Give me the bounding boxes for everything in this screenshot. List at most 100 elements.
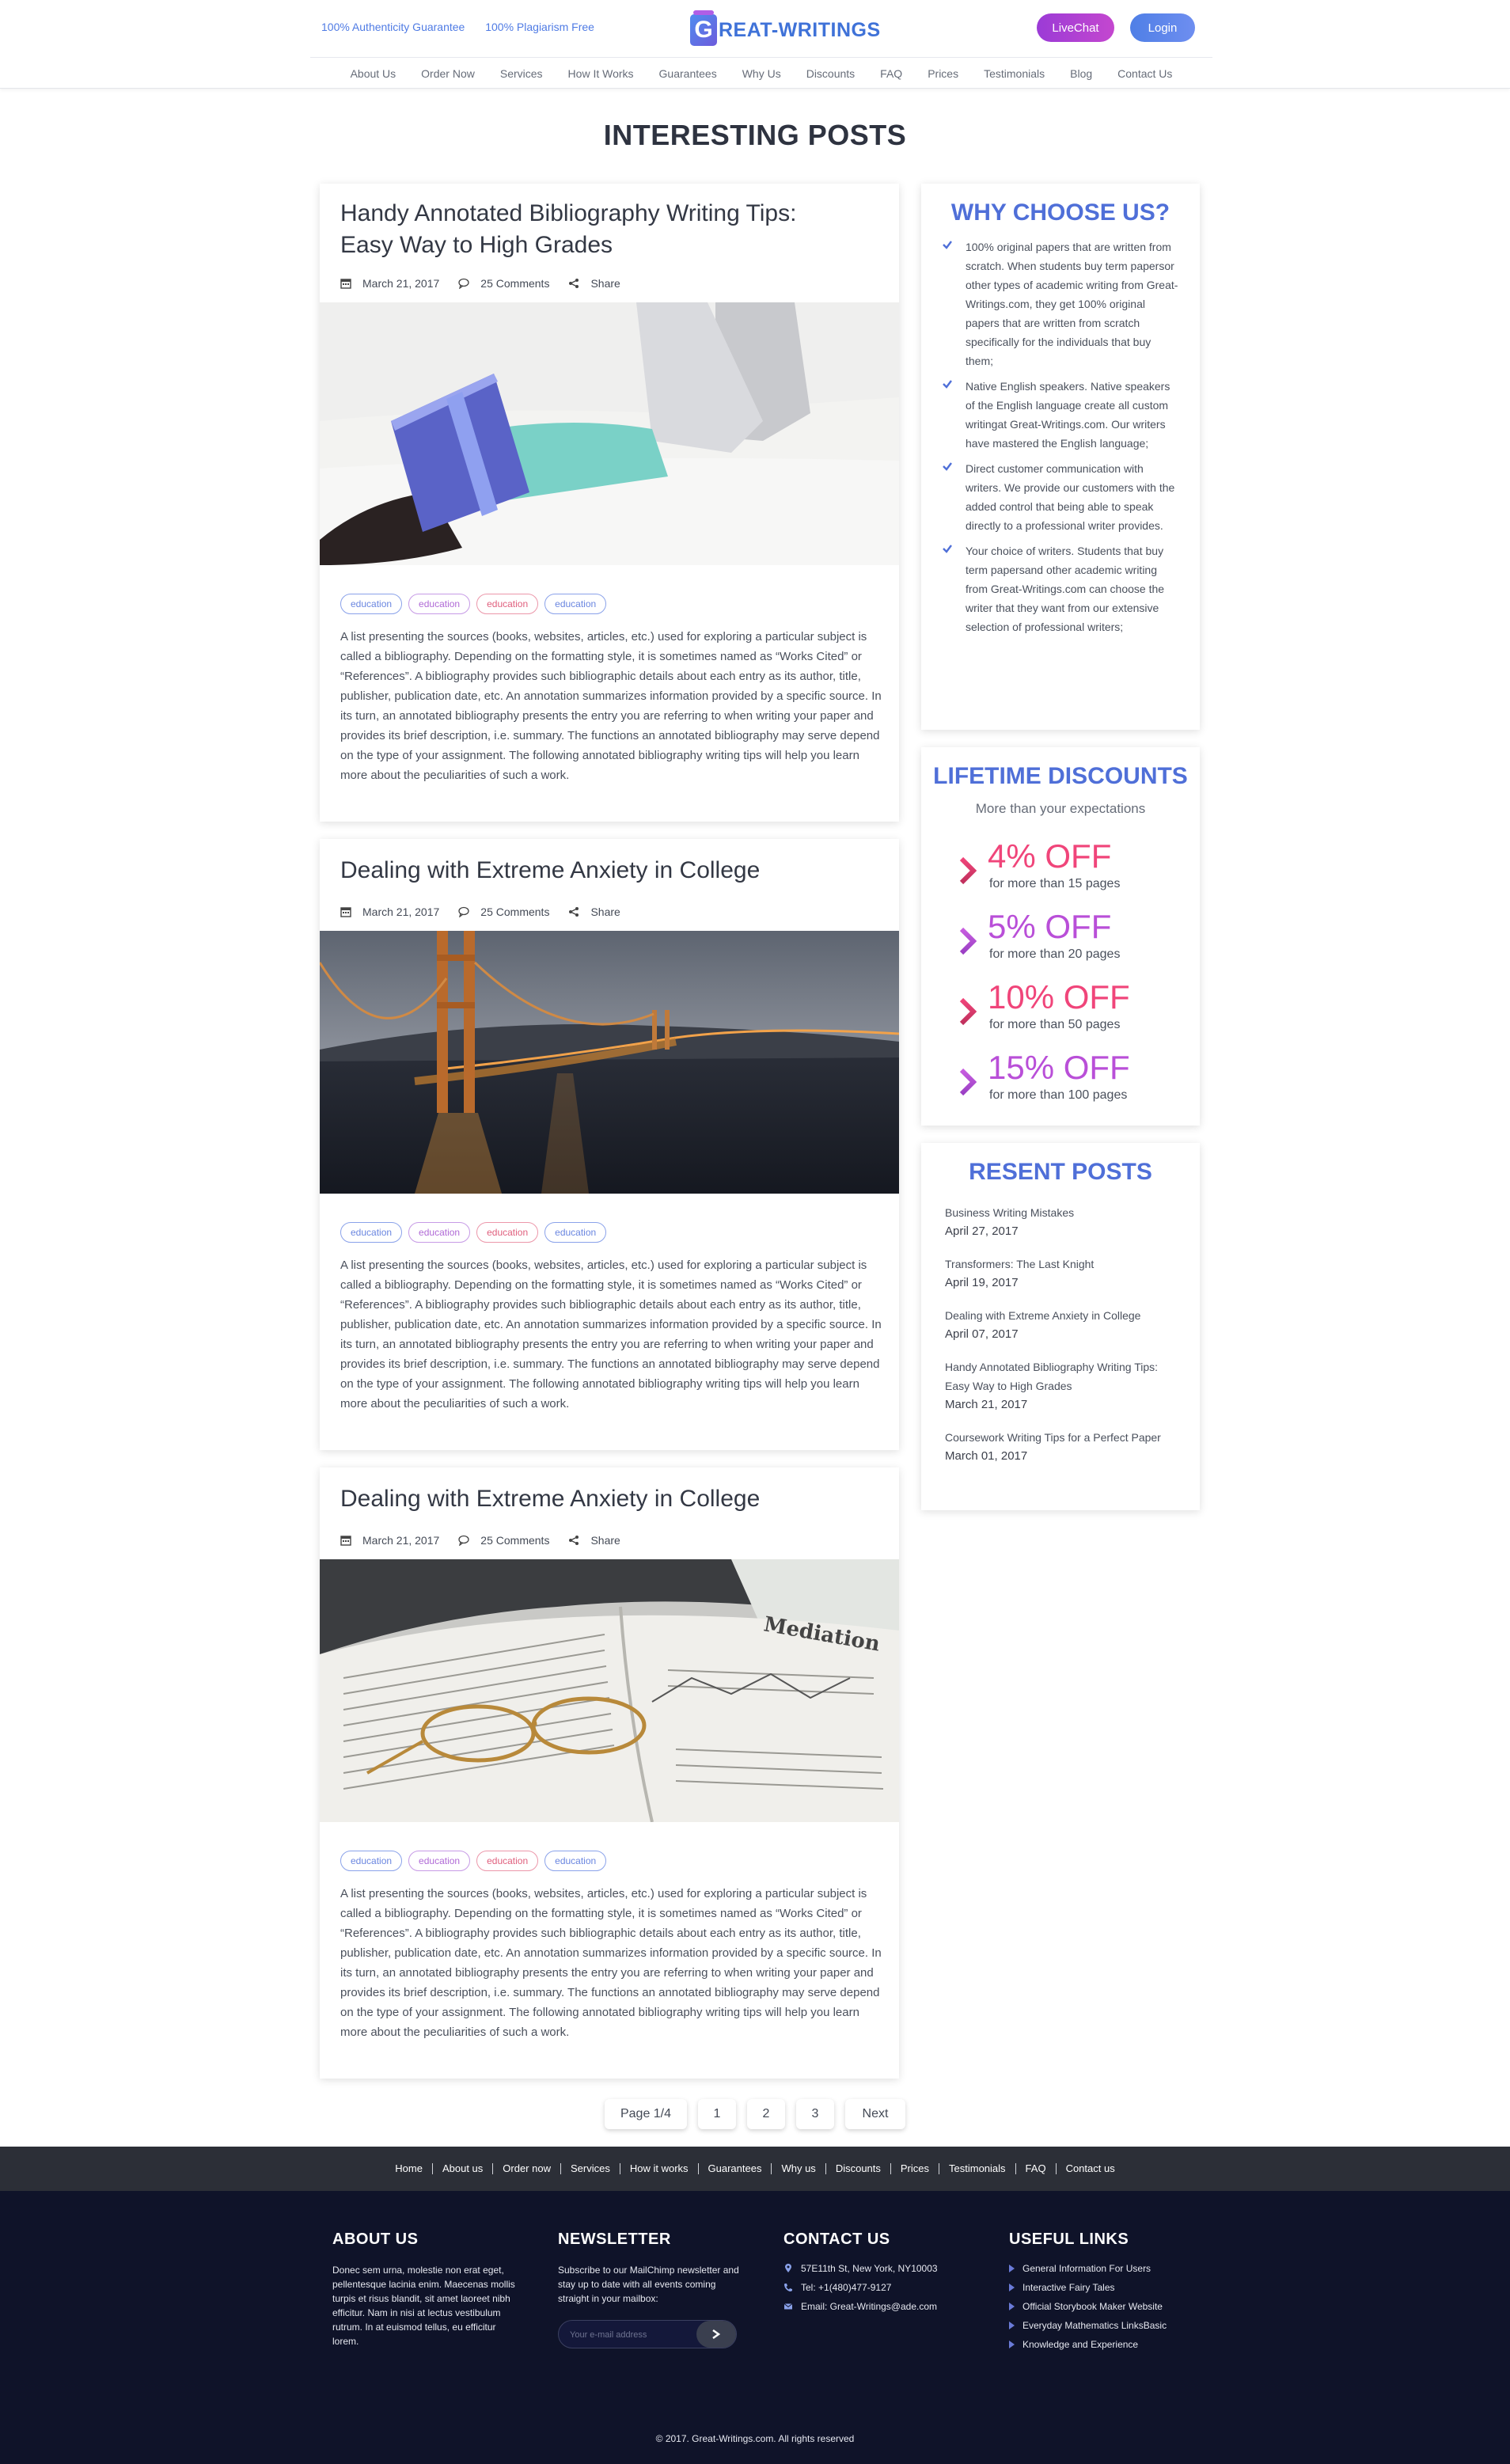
post-excerpt: A list presenting the sources (books, we…: [340, 1259, 882, 1410]
live-chat-button[interactable]: LiveChat: [1037, 13, 1114, 42]
post-share[interactable]: Share: [568, 905, 620, 918]
useful-link[interactable]: Knowledge and Experience: [1009, 2339, 1207, 2350]
footer-nav-discounts[interactable]: Discounts: [826, 2163, 891, 2174]
post-title[interactable]: Dealing with Extreme Anxiety in College: [340, 1483, 855, 1515]
recent-post-item[interactable]: Handy Annotated Bibliography Writing Tip…: [945, 1357, 1182, 1414]
why-choose-item: 100% original papers that are written fr…: [940, 237, 1181, 370]
nav-about-us[interactable]: About Us: [338, 67, 409, 80]
nav-discounts[interactable]: Discounts: [794, 67, 867, 80]
discount-item: 4% OFF for more than 15 pages: [959, 837, 1181, 901]
nav-why-us[interactable]: Why Us: [730, 67, 794, 80]
recent-post-title[interactable]: Coursework Writing Tips for a Perfect Pa…: [945, 1428, 1182, 1447]
nav-how-it-works[interactable]: How It Works: [556, 67, 647, 80]
site-footer: ABOUT US Donec sem urna, molestie non er…: [0, 2191, 1510, 2464]
site-logo[interactable]: G REAT-WRITINGS: [690, 10, 881, 47]
arrow-right-icon: [712, 2329, 721, 2340]
recent-post-title[interactable]: Business Writing Mistakes: [945, 1203, 1182, 1222]
tag-education[interactable]: education: [476, 1851, 539, 1871]
useful-link[interactable]: Interactive Fairy Tales: [1009, 2282, 1207, 2293]
page-2-button[interactable]: 2: [747, 2099, 785, 2129]
footer-contact: CONTACT US 57E11th St, New York, NY10003…: [783, 2231, 981, 2320]
recent-post-date: April 27, 2017: [945, 1224, 1019, 1238]
copyright: © 2017. Great-Writings.com. All rights r…: [655, 2433, 855, 2444]
footer-nav-about-us[interactable]: About us: [433, 2163, 494, 2174]
nav-faq[interactable]: FAQ: [867, 67, 915, 80]
post-comments[interactable]: 25 Comments: [458, 1534, 549, 1547]
discounts-subtitle: More than your expectations: [975, 801, 1146, 816]
next-page-button[interactable]: Next: [845, 2099, 905, 2129]
page-3-button[interactable]: 3: [796, 2099, 834, 2129]
recent-post-date: April 07, 2017: [945, 1327, 1019, 1341]
post-comments[interactable]: 25 Comments: [458, 905, 549, 918]
recent-post-title[interactable]: Transformers: The Last Knight: [945, 1255, 1182, 1274]
recent-post-item[interactable]: Dealing with Extreme Anxiety in College …: [945, 1306, 1182, 1344]
nav-prices[interactable]: Prices: [915, 67, 971, 80]
tag-education[interactable]: education: [408, 1851, 471, 1871]
post-title[interactable]: Handy Annotated Bibliography Writing Tip…: [340, 198, 855, 261]
footer-nav-prices[interactable]: Prices: [891, 2163, 940, 2174]
newsletter-email-input[interactable]: [570, 2328, 696, 2342]
main-nav: About Us Order Now Services How It Works…: [310, 57, 1212, 89]
nav-order-now[interactable]: Order Now: [408, 67, 488, 80]
footer-nav-home[interactable]: Home: [385, 2163, 433, 2174]
contact-phone[interactable]: Tel: +1(480)477-9127: [783, 2282, 981, 2293]
recent-post-title[interactable]: Handy Annotated Bibliography Writing Tip…: [945, 1357, 1182, 1395]
tag-education[interactable]: education: [340, 1222, 403, 1243]
tag-education[interactable]: education: [544, 594, 607, 614]
post-share[interactable]: Share: [568, 277, 620, 290]
header-inner: 100% Authenticity Guarantee 100% Plagiar…: [310, 0, 1212, 89]
recent-posts-title: RESENT POSTS: [969, 1159, 1152, 1185]
footer-nav-contact-us[interactable]: Contact us: [1057, 2163, 1125, 2174]
page-indicator: Page 1/4: [605, 2099, 687, 2129]
footer-nav-faq[interactable]: FAQ: [1016, 2163, 1057, 2174]
chevron-right-icon: [959, 1068, 977, 1096]
post-comments[interactable]: 25 Comments: [458, 277, 549, 290]
tag-education[interactable]: education: [476, 1222, 539, 1243]
triangle-right-icon: [1009, 2303, 1015, 2310]
nav-contact-us[interactable]: Contact Us: [1105, 67, 1185, 80]
tag-education[interactable]: education: [544, 1851, 607, 1871]
recent-post-item[interactable]: Business Writing Mistakes April 27, 2017: [945, 1203, 1182, 1241]
open-book-glasses-photo[interactable]: Mediation: [320, 1559, 899, 1822]
footer-nav-why-us[interactable]: Why us: [772, 2163, 826, 2174]
tag-education[interactable]: education: [544, 1222, 607, 1243]
footer-nav-services[interactable]: Services: [561, 2163, 620, 2174]
footer-nav-order-now[interactable]: Order now: [493, 2163, 561, 2174]
post-share-text: Share: [590, 1534, 620, 1547]
triangle-right-icon: [1009, 2322, 1015, 2329]
nav-blog[interactable]: Blog: [1057, 67, 1105, 80]
post-image-art: [320, 931, 899, 1194]
footer-nav-testimonials[interactable]: Testimonials: [939, 2163, 1016, 2174]
recent-post-title[interactable]: Dealing with Extreme Anxiety in College: [945, 1306, 1182, 1325]
useful-link[interactable]: General Information For Users: [1009, 2263, 1207, 2274]
useful-link[interactable]: Everyday Mathematics LinksBasic: [1009, 2320, 1207, 2331]
woman-reading-book-photo[interactable]: [320, 302, 899, 565]
useful-link[interactable]: Official Storybook Maker Website: [1009, 2301, 1207, 2312]
tag-education[interactable]: education: [340, 594, 403, 614]
footer-nav-how-it-works[interactable]: How it works: [620, 2163, 699, 2174]
bridge-at-night-photo[interactable]: [320, 931, 899, 1194]
post-share[interactable]: Share: [568, 1534, 620, 1547]
tag-education[interactable]: education: [476, 594, 539, 614]
contact-email[interactable]: Email: Great-Writings@ade.com: [783, 2301, 981, 2312]
lifetime-discounts-widget: LIFETIME DISCOUNTS More than your expect…: [921, 747, 1200, 1126]
tag-education[interactable]: education: [408, 1222, 471, 1243]
recent-post-item[interactable]: Coursework Writing Tips for a Perfect Pa…: [945, 1428, 1182, 1466]
recent-post-item[interactable]: Transformers: The Last Knight April 19, …: [945, 1255, 1182, 1293]
why-choose-item-text: Direct customer communication with write…: [966, 462, 1175, 532]
tag-education[interactable]: education: [408, 594, 471, 614]
footer-newsletter: NEWSLETTER Subscribe to our MailChimp ne…: [558, 2231, 745, 2348]
post-title[interactable]: Dealing with Extreme Anxiety in College: [340, 855, 855, 887]
page-1-button[interactable]: 1: [698, 2099, 736, 2129]
nav-testimonials[interactable]: Testimonials: [971, 67, 1057, 80]
envelope-icon: [783, 2303, 793, 2310]
plagiarism-badge: 100% Plagiarism Free: [485, 21, 594, 33]
discount-percent: 5% OFF: [988, 908, 1112, 945]
nav-services[interactable]: Services: [488, 67, 556, 80]
tag-education[interactable]: education: [340, 1851, 403, 1871]
login-button[interactable]: Login: [1130, 13, 1195, 42]
contact-email-text: Email: Great-Writings@ade.com: [801, 2301, 938, 2312]
nav-guarantees[interactable]: Guarantees: [647, 67, 730, 80]
footer-nav-guarantees[interactable]: Guarantees: [699, 2163, 772, 2174]
newsletter-submit-button[interactable]: [696, 2321, 736, 2348]
